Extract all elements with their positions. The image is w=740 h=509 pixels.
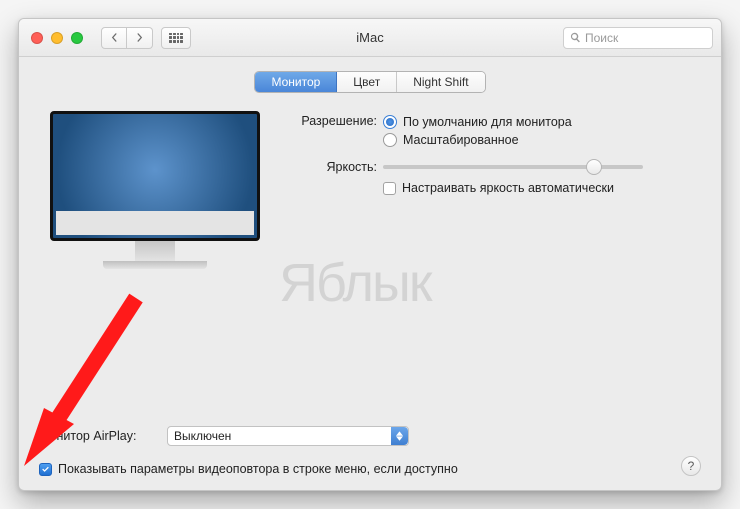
content-area: Монитор Цвет Night Shift Разрешение:: [19, 57, 721, 490]
grid-icon: [169, 33, 183, 43]
radio-default-label: По умолчанию для монитора: [403, 115, 572, 129]
resolution-label: Разрешение:: [287, 113, 383, 128]
show-mirroring-checkbox[interactable]: [39, 463, 52, 476]
tab-bar: Монитор Цвет Night Shift: [39, 71, 701, 93]
search-input[interactable]: Поиск: [563, 27, 713, 49]
settings-panel: Разрешение: По умолчанию для монитора Ма…: [287, 113, 701, 205]
display-preview: [43, 111, 267, 301]
prefs-window: iMac Поиск Монитор Цвет Night Shift: [18, 18, 722, 491]
show-mirroring-label: Показывать параметры видеоповтора в стро…: [58, 462, 458, 476]
tab-night-shift[interactable]: Night Shift: [397, 72, 484, 92]
brightness-slider[interactable]: [383, 165, 643, 169]
radio-scaled-label: Масштабированное: [403, 133, 519, 147]
radio-scaled[interactable]: [383, 133, 397, 147]
airplay-selected-value: Выключен: [174, 429, 231, 443]
auto-brightness-label: Настраивать яркость автоматически: [402, 181, 614, 195]
airplay-select[interactable]: Выключен: [167, 426, 409, 446]
show-all-button[interactable]: [161, 27, 191, 49]
forward-button[interactable]: [127, 27, 153, 49]
titlebar: iMac Поиск: [19, 19, 721, 57]
airplay-label: Монитор AirPlay:: [39, 429, 159, 443]
minimize-icon[interactable]: [51, 32, 63, 44]
help-button[interactable]: ?: [681, 456, 701, 476]
select-stepper-icon: [391, 427, 408, 445]
nav-buttons: [101, 27, 153, 49]
back-button[interactable]: [101, 27, 127, 49]
close-icon[interactable]: [31, 32, 43, 44]
search-placeholder: Поиск: [585, 31, 618, 45]
radio-default-for-display[interactable]: [383, 115, 397, 129]
zoom-icon[interactable]: [71, 32, 83, 44]
tab-monitor[interactable]: Монитор: [255, 72, 337, 92]
window-controls: [31, 32, 83, 44]
tab-color[interactable]: Цвет: [337, 72, 397, 92]
brightness-label: Яркость:: [287, 159, 383, 174]
auto-brightness-checkbox[interactable]: [383, 182, 396, 195]
search-icon: [570, 32, 581, 43]
